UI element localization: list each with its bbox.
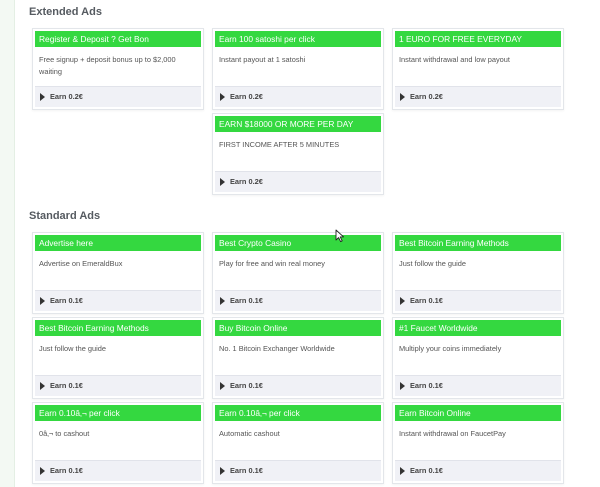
play-icon xyxy=(40,297,45,305)
ad-card[interactable]: Best Crypto Casino Play for free and win… xyxy=(212,232,384,314)
left-sidebar-strip xyxy=(0,0,15,487)
ad-title[interactable]: 1 EURO FOR FREE EVERYDAY xyxy=(395,31,561,47)
ad-earn-bar[interactable]: Earn 0.1€ xyxy=(35,460,201,481)
ad-earn-bar[interactable]: Earn 0.1€ xyxy=(395,460,561,481)
ad-earn-label: Earn 0.2€ xyxy=(50,92,83,101)
play-icon xyxy=(40,467,45,475)
ad-card[interactable]: 1 EURO FOR FREE EVERYDAY Instant withdra… xyxy=(392,28,564,110)
ad-card[interactable]: Earn 100 satoshi per click Instant payou… xyxy=(212,28,384,110)
ad-title[interactable]: Register & Deposit ? Get Bon xyxy=(35,31,201,47)
ad-description: Just follow the guide xyxy=(399,259,466,268)
ad-earn-bar[interactable]: Earn 0.2€ xyxy=(35,86,201,107)
ad-earn-bar[interactable]: Earn 0.2€ xyxy=(395,86,561,107)
ad-earn-bar[interactable]: Earn 0.1€ xyxy=(395,290,561,311)
ad-card[interactable]: Buy Bitcoin Online No. 1 Bitcoin Exchang… xyxy=(212,317,384,399)
ad-card[interactable]: Advertise here Advertise on EmeraldBux E… xyxy=(32,232,204,314)
ad-earn-label: Earn 0.1€ xyxy=(410,296,443,305)
play-icon xyxy=(220,178,225,186)
play-icon xyxy=(40,382,45,390)
ad-earn-label: Earn 0.1€ xyxy=(230,296,263,305)
extended-ads-title: Extended Ads xyxy=(29,6,102,18)
ad-earn-label: Earn 0.1€ xyxy=(230,466,263,475)
ad-title[interactable]: #1 Faucet Worldwide xyxy=(395,320,561,336)
ad-title[interactable]: Earn 0.10â‚¬ per click xyxy=(35,405,201,421)
ad-description: FIRST INCOME AFTER 5 MINUTES xyxy=(219,140,340,149)
ad-description: Free signup + deposit bonus up to $2,000… xyxy=(39,55,176,76)
ad-title[interactable]: Buy Bitcoin Online xyxy=(215,320,381,336)
ad-earn-label: Earn 0.1€ xyxy=(50,381,83,390)
play-icon xyxy=(40,93,45,101)
mouse-cursor-icon xyxy=(335,229,345,243)
ad-earn-bar[interactable]: Earn 0.1€ xyxy=(35,290,201,311)
ad-card[interactable]: Best Bitcoin Earning Methods Just follow… xyxy=(32,317,204,399)
ad-description: Multiply your coins immediately xyxy=(399,344,502,353)
ad-earn-label: Earn 0.2€ xyxy=(230,92,263,101)
ad-earn-label: Earn 0.1€ xyxy=(410,381,443,390)
ad-earn-bar[interactable]: Earn 0.1€ xyxy=(215,460,381,481)
ad-earn-label: Earn 0.2€ xyxy=(410,92,443,101)
ad-earn-bar[interactable]: Earn 0.1€ xyxy=(215,290,381,311)
ad-card[interactable]: Earn 0.10â‚¬ per click 0â‚¬ to cashout E… xyxy=(32,402,204,484)
ad-title[interactable]: Earn 100 satoshi per click xyxy=(215,31,381,47)
ad-description: No. 1 Bitcoin Exchanger Worldwide xyxy=(219,344,335,353)
ad-earn-label: Earn 0.1€ xyxy=(410,466,443,475)
ad-earn-bar[interactable]: Earn 0.1€ xyxy=(215,375,381,396)
ad-title[interactable]: Best Crypto Casino xyxy=(215,235,381,251)
ad-card[interactable]: #1 Faucet Worldwide Multiply your coins … xyxy=(392,317,564,399)
ad-title[interactable]: EARN $18000 OR MORE PER DAY xyxy=(215,116,381,132)
ad-card[interactable]: Earn 0.10â‚¬ per click Automatic cashout… xyxy=(212,402,384,484)
ad-earn-label: Earn 0.1€ xyxy=(50,296,83,305)
ad-title[interactable]: Earn 0.10â‚¬ per click xyxy=(215,405,381,421)
play-icon xyxy=(220,297,225,305)
ad-card[interactable]: Register & Deposit ? Get Bon Free signup… xyxy=(32,28,204,110)
ad-earn-bar[interactable]: Earn 0.1€ xyxy=(395,375,561,396)
ad-earn-label: Earn 0.1€ xyxy=(230,381,263,390)
play-icon xyxy=(220,467,225,475)
ad-earn-bar[interactable]: Earn 0.1€ xyxy=(35,375,201,396)
standard-ads-title: Standard Ads xyxy=(29,210,101,222)
ad-description: Just follow the guide xyxy=(39,344,106,353)
play-icon xyxy=(400,93,405,101)
ad-earn-bar[interactable]: Earn 0.2€ xyxy=(215,86,381,107)
ad-title[interactable]: Best Bitcoin Earning Methods xyxy=(395,235,561,251)
ad-description: 0â‚¬ to cashout xyxy=(39,429,90,438)
play-icon xyxy=(220,93,225,101)
ad-earn-label: Earn 0.1€ xyxy=(50,466,83,475)
ad-description: Instant payout at 1 satoshi xyxy=(219,55,306,64)
ad-earn-label: Earn 0.2€ xyxy=(230,177,263,186)
ad-description: Instant withdrawal and low payout xyxy=(399,55,510,64)
ad-card[interactable]: Earn Bitcoin Online Instant withdrawal o… xyxy=(392,402,564,484)
play-icon xyxy=(220,382,225,390)
ad-description: Automatic cashout xyxy=(219,429,280,438)
play-icon xyxy=(400,297,405,305)
play-icon xyxy=(400,382,405,390)
ad-card[interactable]: EARN $18000 OR MORE PER DAY FIRST INCOME… xyxy=(212,113,384,195)
ad-title[interactable]: Advertise here xyxy=(35,235,201,251)
ad-earn-bar[interactable]: Earn 0.2€ xyxy=(215,171,381,192)
play-icon xyxy=(400,467,405,475)
ad-title[interactable]: Best Bitcoin Earning Methods xyxy=(35,320,201,336)
ad-description: Play for free and win real money xyxy=(219,259,325,268)
ad-description: Advertise on EmeraldBux xyxy=(39,259,123,268)
ad-card[interactable]: Best Bitcoin Earning Methods Just follow… xyxy=(392,232,564,314)
ad-title[interactable]: Earn Bitcoin Online xyxy=(395,405,561,421)
ad-description: Instant withdrawal on FaucetPay xyxy=(399,429,506,438)
